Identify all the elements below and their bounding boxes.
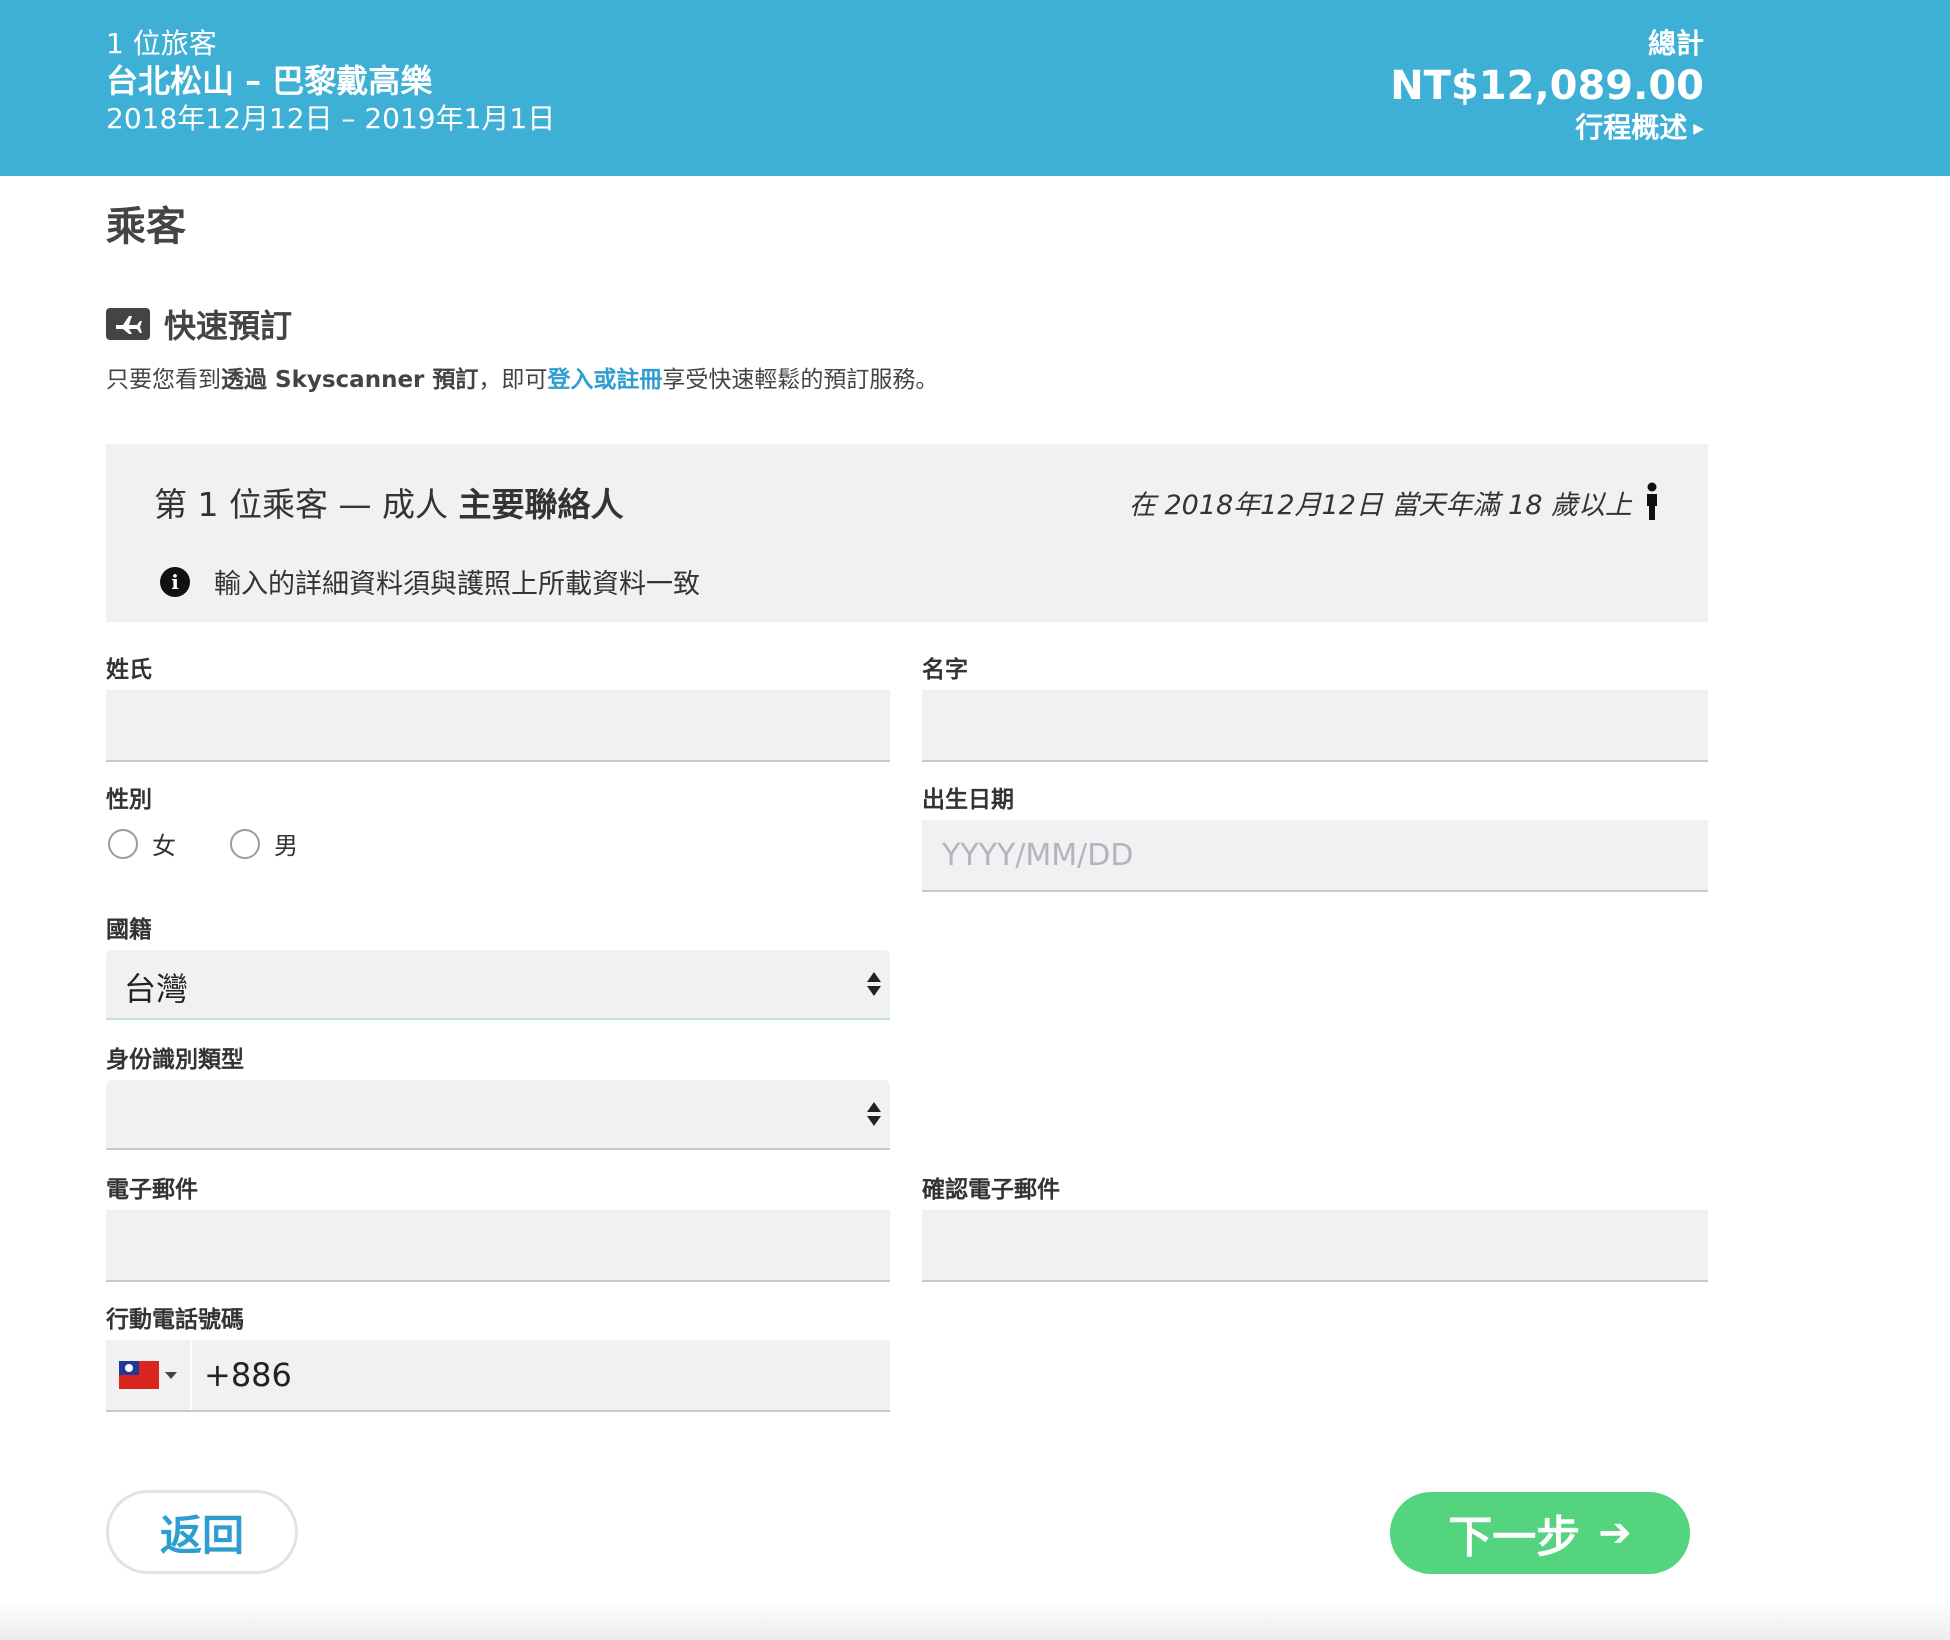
last-name-input[interactable] [106, 690, 890, 762]
gender-female-option[interactable]: 女 [108, 826, 176, 861]
price-summary: 總計 NT$12,089.00 行程概述 ▶ [1390, 26, 1704, 147]
gender-radio-group: 女 男 [108, 826, 334, 861]
quick-booking-title: 快速預訂 [164, 307, 293, 345]
page-bottom-shadow [0, 1600, 1950, 1640]
quick-desc-prefix: 只要您看到 [106, 367, 221, 393]
quick-desc-suffix: 享受快速輕鬆的預訂服務。 [662, 367, 939, 393]
dob-label: 出生日期 [922, 787, 1014, 813]
trip-summary-link[interactable]: 行程概述 ▶ [1390, 110, 1704, 147]
caret-down-icon [165, 1371, 177, 1379]
phone-label: 行動電話號碼 [106, 1307, 244, 1333]
email-input[interactable] [106, 1210, 890, 1282]
passenger-age-note: 在 2018年12月12日 當天年滿 18 歲以上 [1129, 482, 1660, 522]
select-arrows-icon [866, 966, 882, 1002]
confirm-email-input[interactable] [922, 1210, 1708, 1282]
phone-country-code: +886 [204, 1356, 292, 1394]
trip-header: 1 位旅客 台北松山 – 巴黎戴高樂 2018年12月12日 – 2019年1月… [0, 0, 1950, 176]
nationality-label: 國籍 [106, 917, 152, 943]
id-type-select[interactable] [106, 1080, 890, 1150]
first-name-label: 名字 [922, 657, 968, 683]
quick-booking-heading: 快速預訂 [106, 302, 292, 346]
trip-dates: 2018年12月12日 – 2019年1月1日 [106, 102, 556, 135]
taiwan-flag-icon [119, 1361, 159, 1389]
passenger-panel: 第 1 位乘客 — 成人 主要聯絡人 在 2018年12月12日 當天年滿 18… [106, 444, 1708, 622]
gender-female-label: 女 [152, 832, 176, 860]
phone-country-selector[interactable] [106, 1340, 192, 1410]
quick-desc-bold: 透過 Skyscanner 預訂 [221, 367, 479, 393]
radio-female[interactable] [108, 828, 138, 859]
person-icon [1647, 482, 1657, 520]
phone-input[interactable] [291, 1339, 890, 1411]
gender-label: 性別 [106, 787, 152, 813]
passenger-title: 第 1 位乘客 — 成人 主要聯絡人 [154, 478, 623, 526]
trip-route: 台北松山 – 巴黎戴高樂 [106, 62, 433, 100]
trip-summary-label: 行程概述 [1575, 111, 1688, 144]
page-title: 乘客 [106, 204, 186, 250]
email-label: 電子郵件 [106, 1177, 198, 1203]
total-price: NT$12,089.00 [1390, 63, 1704, 109]
arrow-right-icon: ➔ [1598, 1510, 1632, 1556]
info-icon: i [160, 566, 190, 597]
id-type-label: 身份識別類型 [106, 1047, 244, 1073]
next-button[interactable]: 下一步 ➔ [1390, 1492, 1690, 1574]
plane-ticket-icon [106, 308, 150, 340]
gender-male-label: 男 [274, 832, 298, 860]
trip-info: 1 位旅客 台北松山 – 巴黎戴高樂 2018年12月12日 – 2019年1月… [106, 26, 555, 138]
radio-male[interactable] [230, 828, 260, 859]
first-name-input[interactable] [922, 690, 1708, 762]
nationality-value: 台灣 [124, 970, 189, 1008]
passenger-title-prefix: 第 1 位乘客 — 成人 [154, 485, 459, 524]
confirm-email-label: 確認電子郵件 [922, 1177, 1060, 1203]
traveler-count: 1 位旅客 [106, 27, 217, 60]
triangle-right-icon: ▶ [1693, 121, 1704, 137]
next-button-label: 下一步 [1448, 1512, 1581, 1563]
passport-note: i 輸入的詳細資料須與護照上所載資料一致 [160, 562, 700, 601]
gender-male-option[interactable]: 男 [230, 826, 298, 861]
age-note-text: 在 2018年12月12日 當天年滿 18 歲以上 [1128, 489, 1632, 521]
quick-booking-description: 只要您看到透過 Skyscanner 預訂，即可登入或註冊享受快速輕鬆的預訂服務… [106, 360, 938, 394]
last-name-label: 姓氏 [106, 657, 152, 683]
login-register-link[interactable]: 登入或註冊 [547, 367, 662, 393]
select-arrows-icon [866, 1096, 882, 1132]
dob-input[interactable] [922, 820, 1708, 892]
passport-note-text: 輸入的詳細資料須與護照上所載資料一致 [214, 569, 700, 600]
quick-desc-mid: ，即可 [478, 367, 548, 393]
back-button[interactable]: 返回 [106, 1490, 298, 1574]
nationality-select[interactable]: 台灣 [106, 950, 890, 1020]
total-label: 總計 [1647, 27, 1704, 60]
phone-field: +886 [106, 1339, 890, 1412]
primary-contact-label: 主要聯絡人 [458, 485, 624, 524]
